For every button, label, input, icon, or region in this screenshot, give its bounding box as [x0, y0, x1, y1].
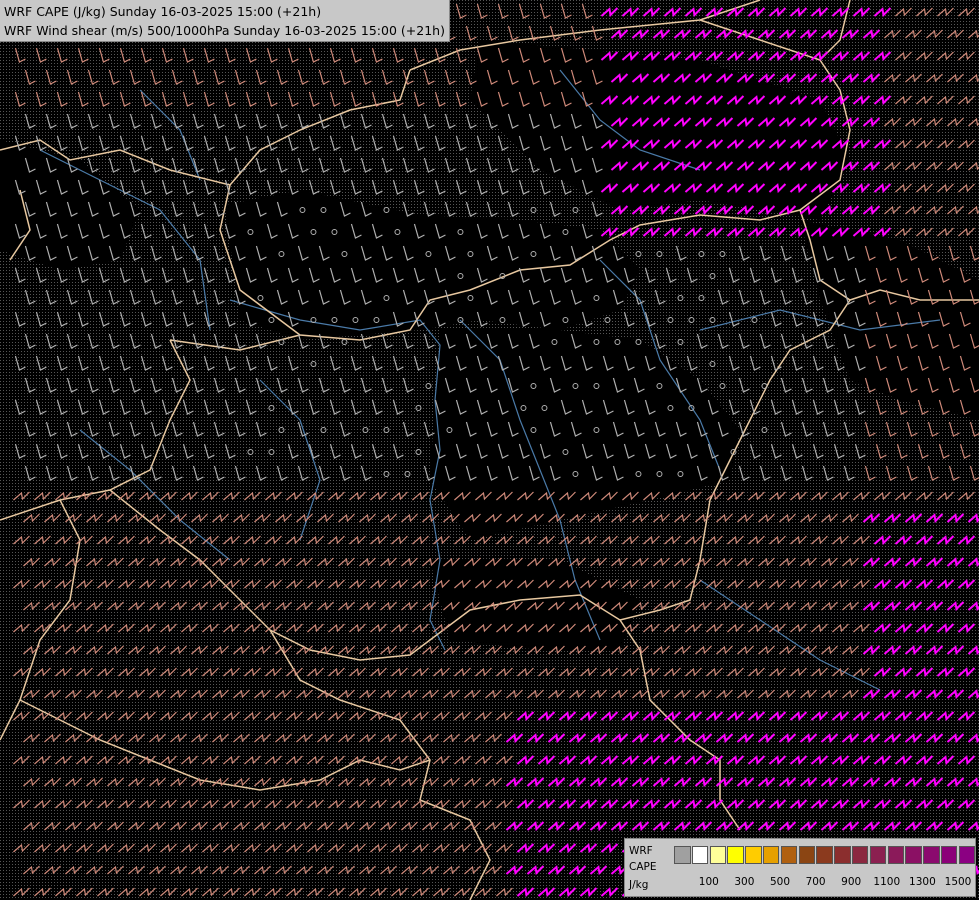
legend-label-variable: CAPE — [629, 861, 657, 873]
legend-tick-label: 1100 — [873, 876, 901, 888]
legend-swatch — [709, 846, 727, 864]
legend-swatch — [816, 846, 833, 864]
legend-swatch — [851, 846, 869, 864]
legend-swatch — [869, 846, 887, 864]
legend-tick-label: 500 — [769, 876, 791, 888]
legend-swatch — [905, 846, 922, 864]
legend-swatch — [674, 846, 691, 864]
legend-tick-label: 1500 — [944, 876, 972, 888]
legend-tick-label: 300 — [734, 876, 755, 888]
wind-shear-map — [0, 0, 979, 900]
legend-swatch — [691, 846, 709, 864]
legend-swatch — [940, 846, 958, 864]
legend-swatch — [798, 846, 816, 864]
legend-color-scale — [674, 846, 977, 864]
legend-swatch — [834, 846, 851, 864]
legend-tick-label: 100 — [698, 876, 719, 888]
legend-swatch — [762, 846, 780, 864]
legend-label-unit: J/kg — [629, 879, 649, 891]
legend-swatch — [958, 846, 976, 864]
legend-swatch — [887, 846, 905, 864]
cape-legend: WRF CAPE J/kg 100 300 500 700 900 1100 1300 150… — [624, 838, 976, 897]
legend-tick-labels: 100 300 500 700 900 1100 1300 1500 — [674, 876, 974, 890]
legend-swatch — [780, 846, 798, 864]
wind-shear-title: WRF Wind shear (m/s) 500/1000hPa Sunday … — [4, 23, 445, 38]
legend-tick-label: 900 — [841, 876, 862, 888]
legend-label-model: WRF — [629, 845, 653, 857]
legend-swatch — [923, 846, 940, 864]
map-title-box: WRF CAPE (J/kg) Sunday 16-03-2025 15:00 … — [0, 0, 450, 42]
legend-swatch — [745, 846, 762, 864]
legend-tick-label: 700 — [805, 876, 826, 888]
legend-swatch — [727, 846, 744, 864]
cape-title: WRF CAPE (J/kg) Sunday 16-03-2025 15:00 … — [4, 4, 322, 19]
legend-tick-label: 1300 — [909, 876, 936, 888]
